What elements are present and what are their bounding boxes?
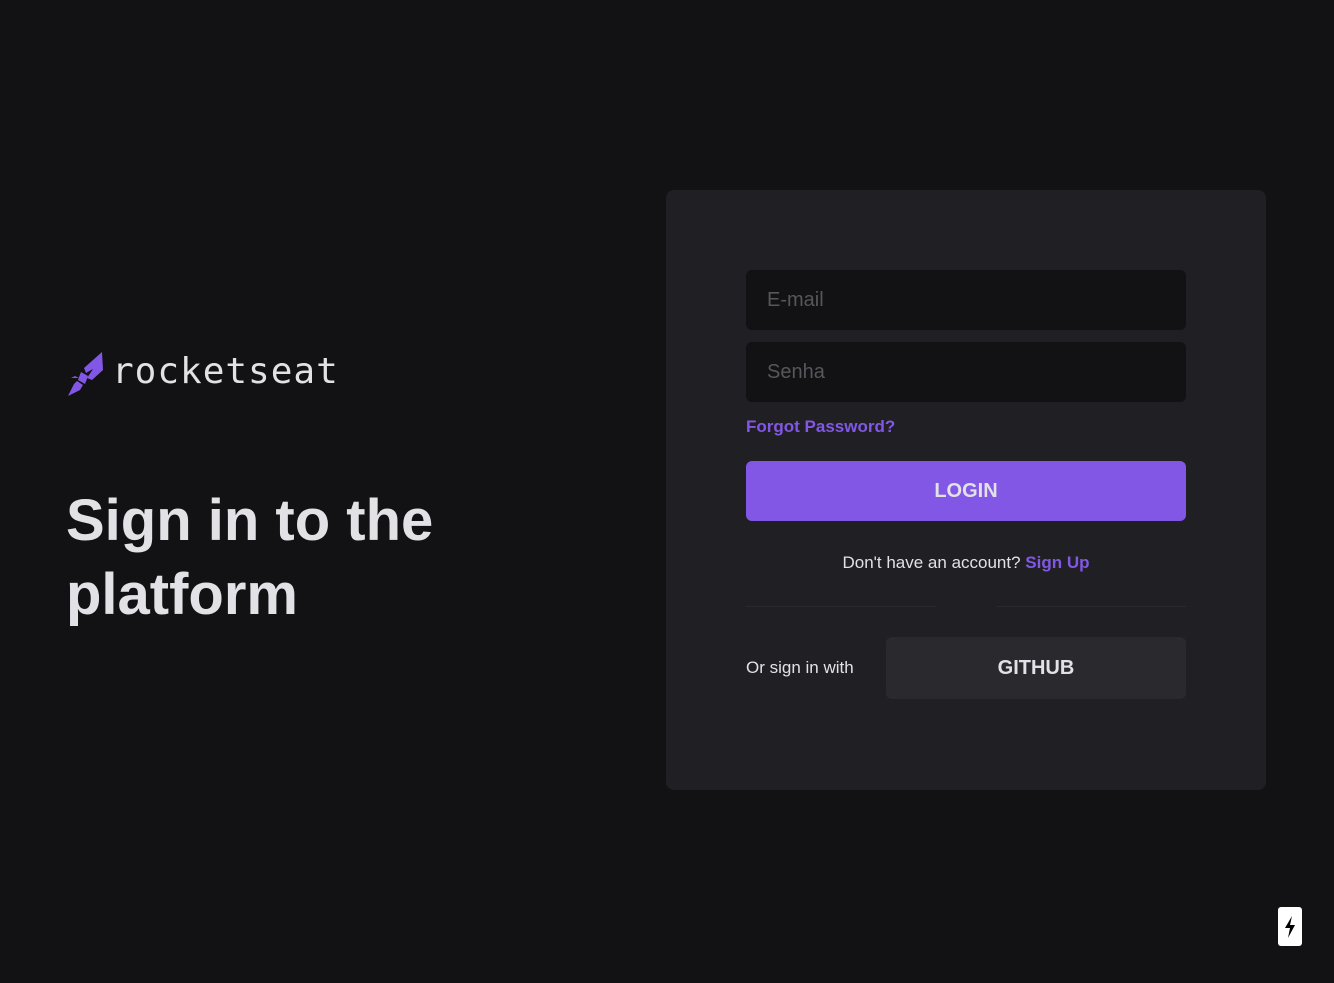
divider-line-right	[996, 606, 1186, 607]
logo-wordmark: rocketseat	[112, 351, 339, 392]
corner-badge[interactable]	[1278, 907, 1302, 946]
login-button[interactable]: LOGIN	[746, 461, 1186, 521]
rocket-icon	[68, 352, 103, 396]
signup-link[interactable]: Sign Up	[1025, 553, 1089, 572]
lightning-bolt-icon	[1285, 915, 1295, 938]
github-button[interactable]: GITHUB	[886, 637, 1186, 699]
login-card: Forgot Password? LOGIN Don't have an acc…	[666, 190, 1266, 790]
social-login: Or sign in with GITHUB	[746, 637, 1186, 699]
login-page: rocketseat Sign in to the platform Forgo…	[0, 0, 1334, 983]
signup-prompt-text: Don't have an account?	[842, 553, 1021, 572]
login-form: Forgot Password? LOGIN Don't have an acc…	[746, 270, 1186, 699]
page-title: Sign in to the platform	[66, 488, 434, 627]
email-field[interactable]	[746, 270, 1186, 330]
hero-section: rocketseat Sign in to the platform	[66, 350, 546, 632]
divider	[746, 606, 1186, 607]
social-login-label: Or sign in with	[746, 658, 854, 677]
forgot-password-link[interactable]: Forgot Password?	[746, 417, 895, 437]
signup-prompt: Don't have an account? Sign Up	[746, 553, 1186, 573]
password-field[interactable]	[746, 342, 1186, 402]
divider-line-left	[746, 606, 936, 607]
rocketseat-logo: rocketseat	[66, 350, 546, 398]
